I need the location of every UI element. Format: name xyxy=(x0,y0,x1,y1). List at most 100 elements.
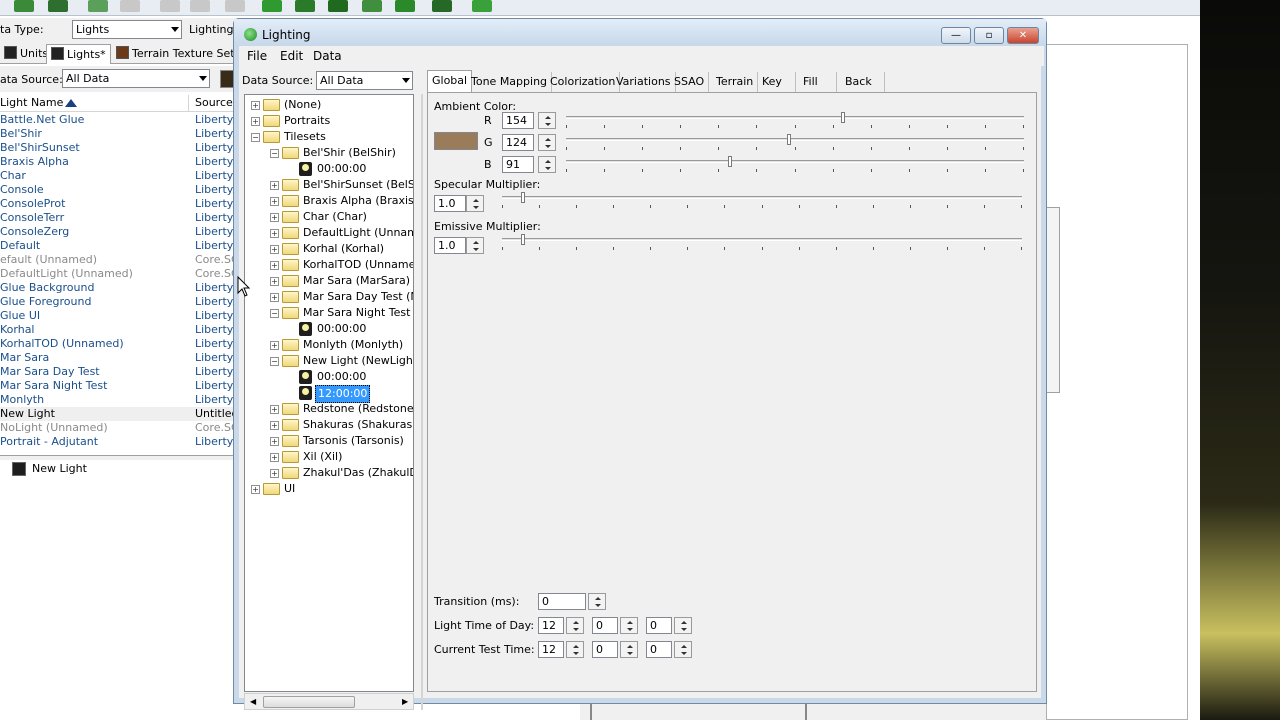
tab-tone-mapping[interactable]: Tone Mapping xyxy=(467,72,553,93)
emissive-multiplier-slider[interactable] xyxy=(502,238,1022,241)
menu-data[interactable]: Data xyxy=(313,49,342,63)
tab-lights[interactable]: Lights* xyxy=(46,44,111,64)
light-list-row[interactable]: Bel'Shir Liberty.S xyxy=(0,127,236,141)
specular-multiplier-spinner[interactable] xyxy=(466,195,484,212)
tree-node[interactable]: 00:00:00 xyxy=(245,369,413,385)
light-time-hours-input[interactable]: 12 xyxy=(538,617,564,634)
light-list-row[interactable]: Monlyth Liberty.S xyxy=(0,393,236,407)
editor-right-scrollbar[interactable] xyxy=(1046,207,1060,393)
tab-ssao[interactable]: SSAO xyxy=(670,72,710,93)
expand-icon[interactable]: + xyxy=(270,229,279,238)
light-time-minutes-spinner[interactable] xyxy=(620,617,638,634)
light-list-row[interactable]: Battle.Net Glue Liberty.S xyxy=(0,113,236,127)
tree-node[interactable]: − Mar Sara Night Test (M xyxy=(245,305,413,321)
undo-icon[interactable] xyxy=(88,0,108,12)
tab-colorization[interactable]: Colorization xyxy=(546,72,621,93)
transition-input[interactable]: 0 xyxy=(538,593,586,610)
light-time-seconds-input[interactable]: 0 xyxy=(646,617,672,634)
tree-node[interactable]: + KorhalTOD (Unnamed) xyxy=(245,257,413,273)
tree-data-source-select[interactable]: All Data xyxy=(316,71,413,90)
light-list-row[interactable]: Mar Sara Liberty.S xyxy=(0,351,236,365)
tree-node[interactable]: + Korhal (Korhal) xyxy=(245,241,413,257)
light-time-minutes-input[interactable]: 0 xyxy=(592,617,618,634)
channel-g-slider[interactable] xyxy=(566,138,1024,141)
menu-edit[interactable]: Edit xyxy=(280,49,303,63)
light-list-row[interactable]: Glue Background Liberty.S xyxy=(0,281,236,295)
light-time-hours-spinner[interactable] xyxy=(566,617,584,634)
specular-multiplier-slider-thumb[interactable] xyxy=(521,192,525,203)
light-list-row[interactable]: New Light Untitled xyxy=(0,407,236,421)
channel-b-input[interactable]: 91 xyxy=(502,156,534,173)
tree-node[interactable]: + (None) xyxy=(245,97,413,113)
tree-node[interactable]: 00:00:00 xyxy=(245,321,413,337)
tab-variations[interactable]: Variations xyxy=(612,72,676,93)
tab-terrain-texture-sets[interactable]: Terrain Texture Sets xyxy=(112,44,244,64)
channel-g-spinner[interactable] xyxy=(538,134,556,151)
dialog-title-bar[interactable]: Lighting — ▫ ✕ xyxy=(234,19,1046,47)
light-list-row[interactable]: Char Liberty.S xyxy=(0,169,236,183)
save-icon[interactable] xyxy=(48,0,68,12)
minimize-button[interactable]: — xyxy=(941,27,971,44)
tree-node[interactable]: + Braxis Alpha (BraxisAlp xyxy=(245,193,413,209)
light-list-row[interactable]: Glue Foreground Liberty.S xyxy=(0,295,236,309)
transition-spinner[interactable] xyxy=(588,593,606,610)
column-light-name[interactable]: Light Name xyxy=(0,96,63,109)
test-map-icon[interactable] xyxy=(472,0,492,12)
tree-node[interactable]: + Mar Sara (MarSara) xyxy=(245,273,413,289)
terrain-module-icon[interactable] xyxy=(262,0,282,12)
tab-units[interactable]: Units xyxy=(0,44,52,64)
expand-icon[interactable]: + xyxy=(270,421,279,430)
specular-multiplier-input[interactable]: 1.0 xyxy=(434,195,466,212)
light-list-row[interactable]: Default Liberty.S xyxy=(0,239,236,253)
light-list-row[interactable]: Portrait - Adjutant Liberty.S xyxy=(0,435,236,449)
channel-b-spinner[interactable] xyxy=(538,156,556,173)
expand-icon[interactable]: + xyxy=(270,293,279,302)
expand-icon[interactable]: + xyxy=(251,101,260,110)
tree-node[interactable]: − New Light (NewLight) xyxy=(245,353,413,369)
expand-icon[interactable]: + xyxy=(270,437,279,446)
editor-data-source-select[interactable]: All Data xyxy=(62,69,210,88)
collapse-icon[interactable]: − xyxy=(270,357,279,366)
expand-icon[interactable]: + xyxy=(270,341,279,350)
expand-icon[interactable]: + xyxy=(270,181,279,190)
light-list-row[interactable]: Glue UI Liberty.S xyxy=(0,309,236,323)
test-time-seconds-spinner[interactable] xyxy=(674,641,692,658)
test-time-hours-spinner[interactable] xyxy=(566,641,584,658)
expand-icon[interactable]: + xyxy=(270,405,279,414)
tree-node[interactable]: − Bel'Shir (BelShir) xyxy=(245,145,413,161)
specular-multiplier-slider[interactable] xyxy=(502,196,1022,199)
scroll-right-icon[interactable]: ▶ xyxy=(402,697,408,706)
tab-key[interactable]: Key xyxy=(758,72,796,93)
emissive-multiplier-slider-thumb[interactable] xyxy=(521,234,525,245)
light-list-row[interactable]: ConsoleTerr Liberty.S xyxy=(0,211,236,225)
tab-back[interactable]: Back xyxy=(841,72,885,93)
menu-file[interactable]: File xyxy=(247,49,267,63)
column-source[interactable]: Source xyxy=(195,96,233,109)
light-list-row[interactable]: Braxis Alpha Liberty.S xyxy=(0,155,236,169)
expand-icon[interactable]: + xyxy=(270,277,279,286)
data-module-icon[interactable] xyxy=(328,0,348,12)
tree-node[interactable]: + Bel'ShirSunset (BelShir xyxy=(245,177,413,193)
paste-icon[interactable] xyxy=(225,0,245,12)
channel-r-spinner[interactable] xyxy=(538,112,556,129)
data-type-select[interactable]: Lights xyxy=(72,20,182,39)
light-list-row[interactable]: NoLight (Unnamed) Core.SC xyxy=(0,421,236,435)
channel-r-slider[interactable] xyxy=(566,116,1024,119)
collapse-icon[interactable]: − xyxy=(251,133,260,142)
expand-icon[interactable]: + xyxy=(270,261,279,270)
ai-module-icon[interactable] xyxy=(432,0,452,12)
tree-node[interactable]: + Monlyth (Monlyth) xyxy=(245,337,413,353)
light-list-row[interactable]: Mar Sara Day Test Liberty.S xyxy=(0,365,236,379)
light-list-row[interactable]: efault (Unnamed) Core.SC xyxy=(0,253,236,267)
tab-terrain[interactable]: Terrain xyxy=(712,72,759,93)
tab-global[interactable]: Global xyxy=(427,70,473,93)
channel-g-slider-thumb[interactable] xyxy=(787,134,791,145)
tab-fill[interactable]: Fill xyxy=(799,72,837,93)
emissive-multiplier-input[interactable]: 1.0 xyxy=(434,237,466,254)
expand-icon[interactable]: + xyxy=(251,485,260,494)
channel-b-slider[interactable] xyxy=(566,160,1024,163)
tree-node[interactable]: + Tarsonis (Tarsonis) xyxy=(245,433,413,449)
tree-node[interactable]: 00:00:00 xyxy=(245,161,413,177)
expand-icon[interactable]: + xyxy=(270,453,279,462)
light-list-row[interactable]: ConsoleProt Liberty.S xyxy=(0,197,236,211)
